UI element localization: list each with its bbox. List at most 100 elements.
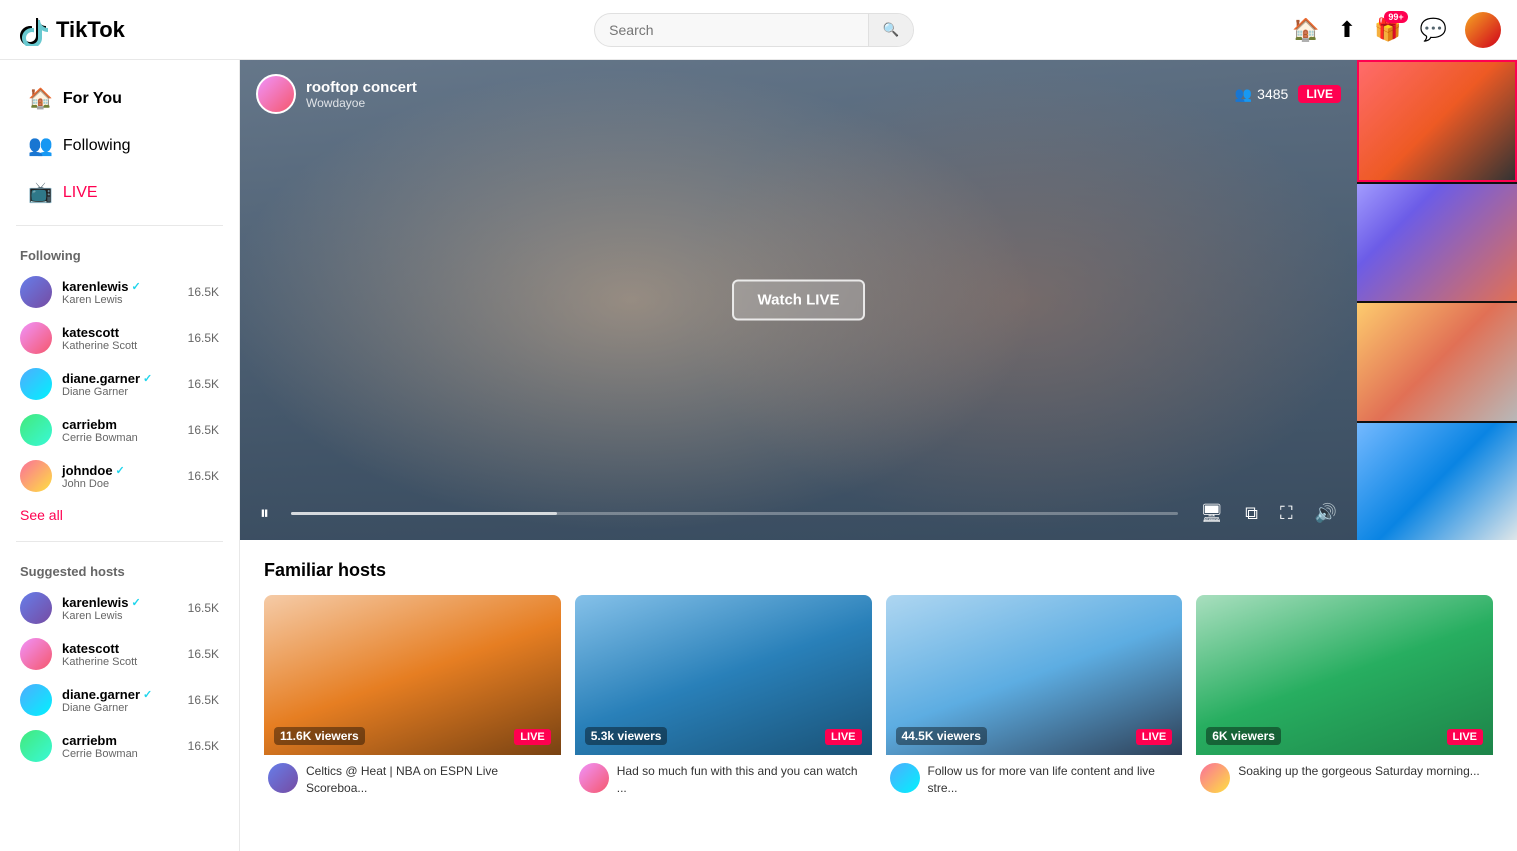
following-count: 16.5K bbox=[188, 693, 219, 707]
tiktok-logo-icon bbox=[16, 14, 48, 46]
nav-item-following[interactable]: 👥 Following bbox=[8, 123, 231, 168]
search-button[interactable]: 🔍 bbox=[868, 14, 914, 46]
following-item[interactable]: katescott Katherine Scott 16.5K bbox=[0, 315, 239, 361]
live-nav-icon: 📺 bbox=[28, 180, 53, 205]
main-nav: 🏠 For You 👥 Following 📺 LIVE bbox=[0, 76, 239, 215]
following-handle: Diane Garner bbox=[62, 386, 178, 398]
live-badge: LIVE bbox=[1298, 85, 1341, 103]
search-icon: 🔍 bbox=[883, 22, 900, 37]
live-text-info: rooftop concert Wowdayoe bbox=[306, 79, 417, 110]
following-handle: Karen Lewis bbox=[62, 610, 178, 622]
message-icon-button[interactable]: 💬 bbox=[1420, 17, 1447, 43]
thumbnail-4[interactable] bbox=[1357, 423, 1517, 541]
pause-button[interactable]: ⏸ bbox=[256, 499, 273, 528]
following-handle: Katherine Scott bbox=[62, 340, 178, 352]
host-avatar bbox=[890, 763, 920, 793]
nav-item-for-you[interactable]: 🏠 For You bbox=[8, 76, 231, 121]
fullscreen-button[interactable]: ⛶ bbox=[1276, 499, 1297, 528]
following-handle: John Doe bbox=[62, 478, 178, 490]
thumbnail-2[interactable] bbox=[1357, 184, 1517, 302]
logo-link[interactable]: TikTok bbox=[16, 14, 216, 46]
following-name: johndoe✓ bbox=[62, 463, 178, 478]
host-card[interactable]: 11.6K viewers LIVE Celtics @ Heat | NBA … bbox=[264, 595, 561, 805]
following-item[interactable]: carriebm Cerrie Bowman 16.5K bbox=[0, 723, 239, 769]
user-avatar[interactable] bbox=[1465, 12, 1501, 48]
host-card[interactable]: 6K viewers LIVE Soaking up the gorgeous … bbox=[1196, 595, 1493, 805]
following-item[interactable]: johndoe✓ John Doe 16.5K bbox=[0, 453, 239, 499]
verified-icon: ✓ bbox=[132, 280, 141, 293]
viewer-count: 44.5K viewers bbox=[896, 727, 987, 745]
screen-icon: 🖥 bbox=[1200, 503, 1223, 523]
following-name: katescott bbox=[62, 641, 178, 656]
following-avatar bbox=[20, 368, 52, 400]
host-thumbnail: 44.5K viewers LIVE bbox=[886, 595, 1183, 755]
progress-bar[interactable] bbox=[291, 512, 1178, 515]
content-area: rooftop concert Wowdayoe 👥 3485 LIVE Wat… bbox=[240, 60, 1517, 851]
notification-badge: 99+ bbox=[1384, 11, 1407, 23]
mute-button[interactable]: 🔊 bbox=[1311, 499, 1341, 528]
viewer-count: 6K viewers bbox=[1206, 727, 1281, 745]
pip-button[interactable]: ⧉ bbox=[1241, 499, 1262, 528]
following-info: katescott Katherine Scott bbox=[62, 641, 178, 668]
see-all-link[interactable]: See all bbox=[0, 499, 239, 531]
live-stream-avatar bbox=[256, 74, 296, 114]
following-list: karenlewis✓ Karen Lewis 16.5K katescott … bbox=[0, 269, 239, 499]
host-thumbnail: 5.3k viewers LIVE bbox=[575, 595, 872, 755]
host-live-badge: LIVE bbox=[825, 729, 861, 745]
logo-text: TikTok bbox=[56, 17, 125, 43]
following-count: 16.5K bbox=[188, 739, 219, 753]
following-name: katescott bbox=[62, 325, 178, 340]
following-item[interactable]: karenlewis✓ Karen Lewis 16.5K bbox=[0, 585, 239, 631]
upload-icon-button[interactable]: ⬆ bbox=[1338, 17, 1356, 43]
host-description: Soaking up the gorgeous Saturday morning… bbox=[1238, 763, 1480, 780]
host-card[interactable]: 44.5K viewers LIVE Follow us for more va… bbox=[886, 595, 1183, 805]
search-input[interactable] bbox=[595, 14, 867, 46]
following-count: 16.5K bbox=[188, 331, 219, 345]
verified-icon: ✓ bbox=[132, 596, 141, 609]
fullscreen-icon: ⛶ bbox=[1280, 503, 1293, 523]
sidebar: 🏠 For You 👥 Following 📺 LIVE Following k… bbox=[0, 60, 240, 851]
live-main-video: rooftop concert Wowdayoe 👥 3485 LIVE Wat… bbox=[240, 60, 1357, 540]
following-name: karenlewis✓ bbox=[62, 595, 178, 610]
following-name: carriebm bbox=[62, 733, 178, 748]
notification-icon-button[interactable]: 🎁 99+ bbox=[1374, 17, 1401, 43]
following-section-title: Following bbox=[0, 236, 239, 269]
following-count: 16.5K bbox=[188, 377, 219, 391]
following-handle: Cerrie Bowman bbox=[62, 432, 178, 444]
host-grid: 11.6K viewers LIVE Celtics @ Heat | NBA … bbox=[264, 595, 1493, 805]
following-count: 16.5K bbox=[188, 285, 219, 299]
watch-live-button[interactable]: Watch LIVE bbox=[732, 280, 866, 321]
following-handle: Diane Garner bbox=[62, 702, 178, 714]
live-thumbnails bbox=[1357, 60, 1517, 540]
thumbnail-1[interactable] bbox=[1357, 60, 1517, 182]
home-icon: 🏠 bbox=[1292, 17, 1319, 42]
live-stream-title: rooftop concert bbox=[306, 79, 417, 96]
nav-item-live[interactable]: 📺 LIVE bbox=[8, 170, 231, 215]
viewers-icon: 👥 bbox=[1235, 86, 1252, 103]
live-stats: 👥 3485 LIVE bbox=[1235, 85, 1341, 103]
following-item[interactable]: katescott Katherine Scott 16.5K bbox=[0, 631, 239, 677]
screen-icon-button[interactable]: 🖥 bbox=[1196, 499, 1227, 528]
following-item[interactable]: carriebm Cerrie Bowman 16.5K bbox=[0, 407, 239, 453]
live-viewer-count: 👥 3485 bbox=[1235, 86, 1289, 103]
upload-icon: ⬆ bbox=[1338, 17, 1356, 42]
following-info: diane.garner✓ Diane Garner bbox=[62, 687, 178, 714]
following-count: 16.5K bbox=[188, 469, 219, 483]
home-icon-button[interactable]: 🏠 bbox=[1292, 17, 1319, 43]
following-info: katescott Katherine Scott bbox=[62, 325, 178, 352]
following-item[interactable]: diane.garner✓ Diane Garner 16.5K bbox=[0, 361, 239, 407]
following-item[interactable]: karenlewis✓ Karen Lewis 16.5K bbox=[0, 269, 239, 315]
host-info: Had so much fun with this and you can wa… bbox=[575, 755, 872, 805]
host-thumbnail: 6K viewers LIVE bbox=[1196, 595, 1493, 755]
live-hero: rooftop concert Wowdayoe 👥 3485 LIVE Wat… bbox=[240, 60, 1517, 540]
host-card[interactable]: 5.3k viewers LIVE Had so much fun with t… bbox=[575, 595, 872, 805]
following-avatar bbox=[20, 638, 52, 670]
viewer-count: 11.6K viewers bbox=[274, 727, 365, 745]
host-description: Celtics @ Heat | NBA on ESPN Live Scoreb… bbox=[306, 763, 557, 797]
following-nav-icon: 👥 bbox=[28, 133, 53, 158]
host-description: Had so much fun with this and you can wa… bbox=[617, 763, 868, 797]
following-name: diane.garner✓ bbox=[62, 687, 178, 702]
following-item[interactable]: diane.garner✓ Diane Garner 16.5K bbox=[0, 677, 239, 723]
thumbnail-3[interactable] bbox=[1357, 303, 1517, 421]
following-name: karenlewis✓ bbox=[62, 279, 178, 294]
